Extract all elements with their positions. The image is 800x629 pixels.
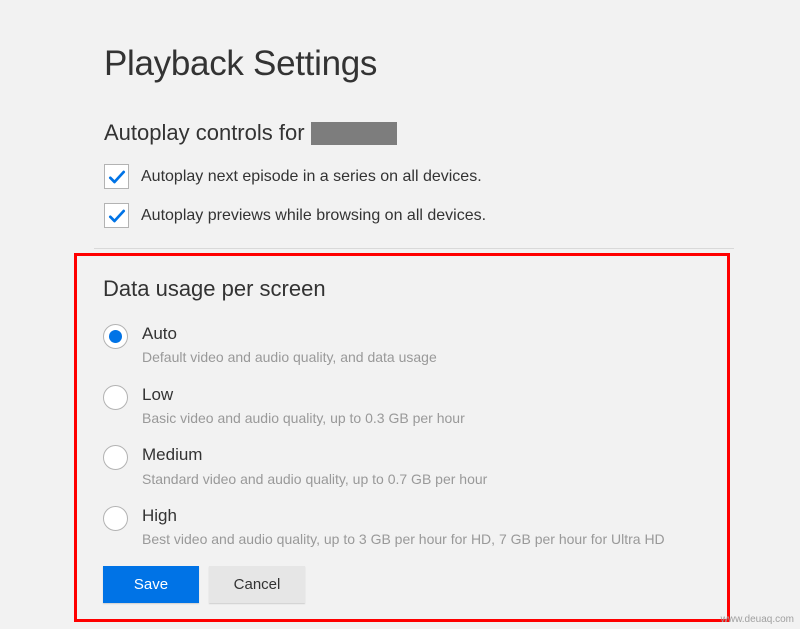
autoplay-previews-checkbox[interactable] [104, 203, 129, 228]
radio-auto-desc: Default video and audio quality, and dat… [142, 348, 701, 366]
data-usage-title: Data usage per screen [103, 276, 701, 302]
button-row: Save Cancel [103, 566, 701, 603]
autoplay-previews-row: Autoplay previews while browsing on all … [104, 203, 700, 228]
autoplay-next-episode-row: Autoplay next episode in a series on all… [104, 164, 700, 189]
radio-low-desc: Basic video and audio quality, up to 0.3… [142, 409, 701, 427]
radio-low-label: Low [142, 385, 701, 405]
checkmark-icon [107, 206, 127, 226]
data-usage-option-medium: Medium Standard video and audio quality,… [103, 445, 701, 488]
page-title: Playback Settings [104, 44, 700, 84]
section-divider [94, 248, 734, 249]
radio-high-label: High [142, 506, 701, 526]
radio-auto-label: Auto [142, 324, 701, 344]
radio-medium[interactable] [103, 445, 128, 470]
radio-medium-label: Medium [142, 445, 701, 465]
radio-low[interactable] [103, 385, 128, 410]
checkmark-icon [107, 167, 127, 187]
autoplay-title-prefix: Autoplay controls for [104, 120, 305, 146]
autoplay-section-title: Autoplay controls for [104, 120, 700, 146]
radio-high[interactable] [103, 506, 128, 531]
autoplay-previews-label: Autoplay previews while browsing on all … [141, 207, 486, 225]
radio-high-desc: Best video and audio quality, up to 3 GB… [142, 530, 701, 548]
cancel-button[interactable]: Cancel [209, 566, 305, 603]
autoplay-next-episode-label: Autoplay next episode in a series on all… [141, 168, 482, 186]
autoplay-next-episode-checkbox[interactable] [104, 164, 129, 189]
data-usage-option-high: High Best video and audio quality, up to… [103, 506, 701, 549]
save-button[interactable]: Save [103, 566, 199, 603]
radio-auto[interactable] [103, 324, 128, 349]
profile-name-redacted [311, 122, 397, 145]
data-usage-option-auto: Auto Default video and audio quality, an… [103, 324, 701, 367]
watermark: www.deuaq.com [721, 614, 794, 625]
data-usage-option-low: Low Basic video and audio quality, up to… [103, 385, 701, 428]
data-usage-highlight: Data usage per screen Auto Default video… [74, 253, 730, 622]
radio-medium-desc: Standard video and audio quality, up to … [142, 470, 701, 488]
